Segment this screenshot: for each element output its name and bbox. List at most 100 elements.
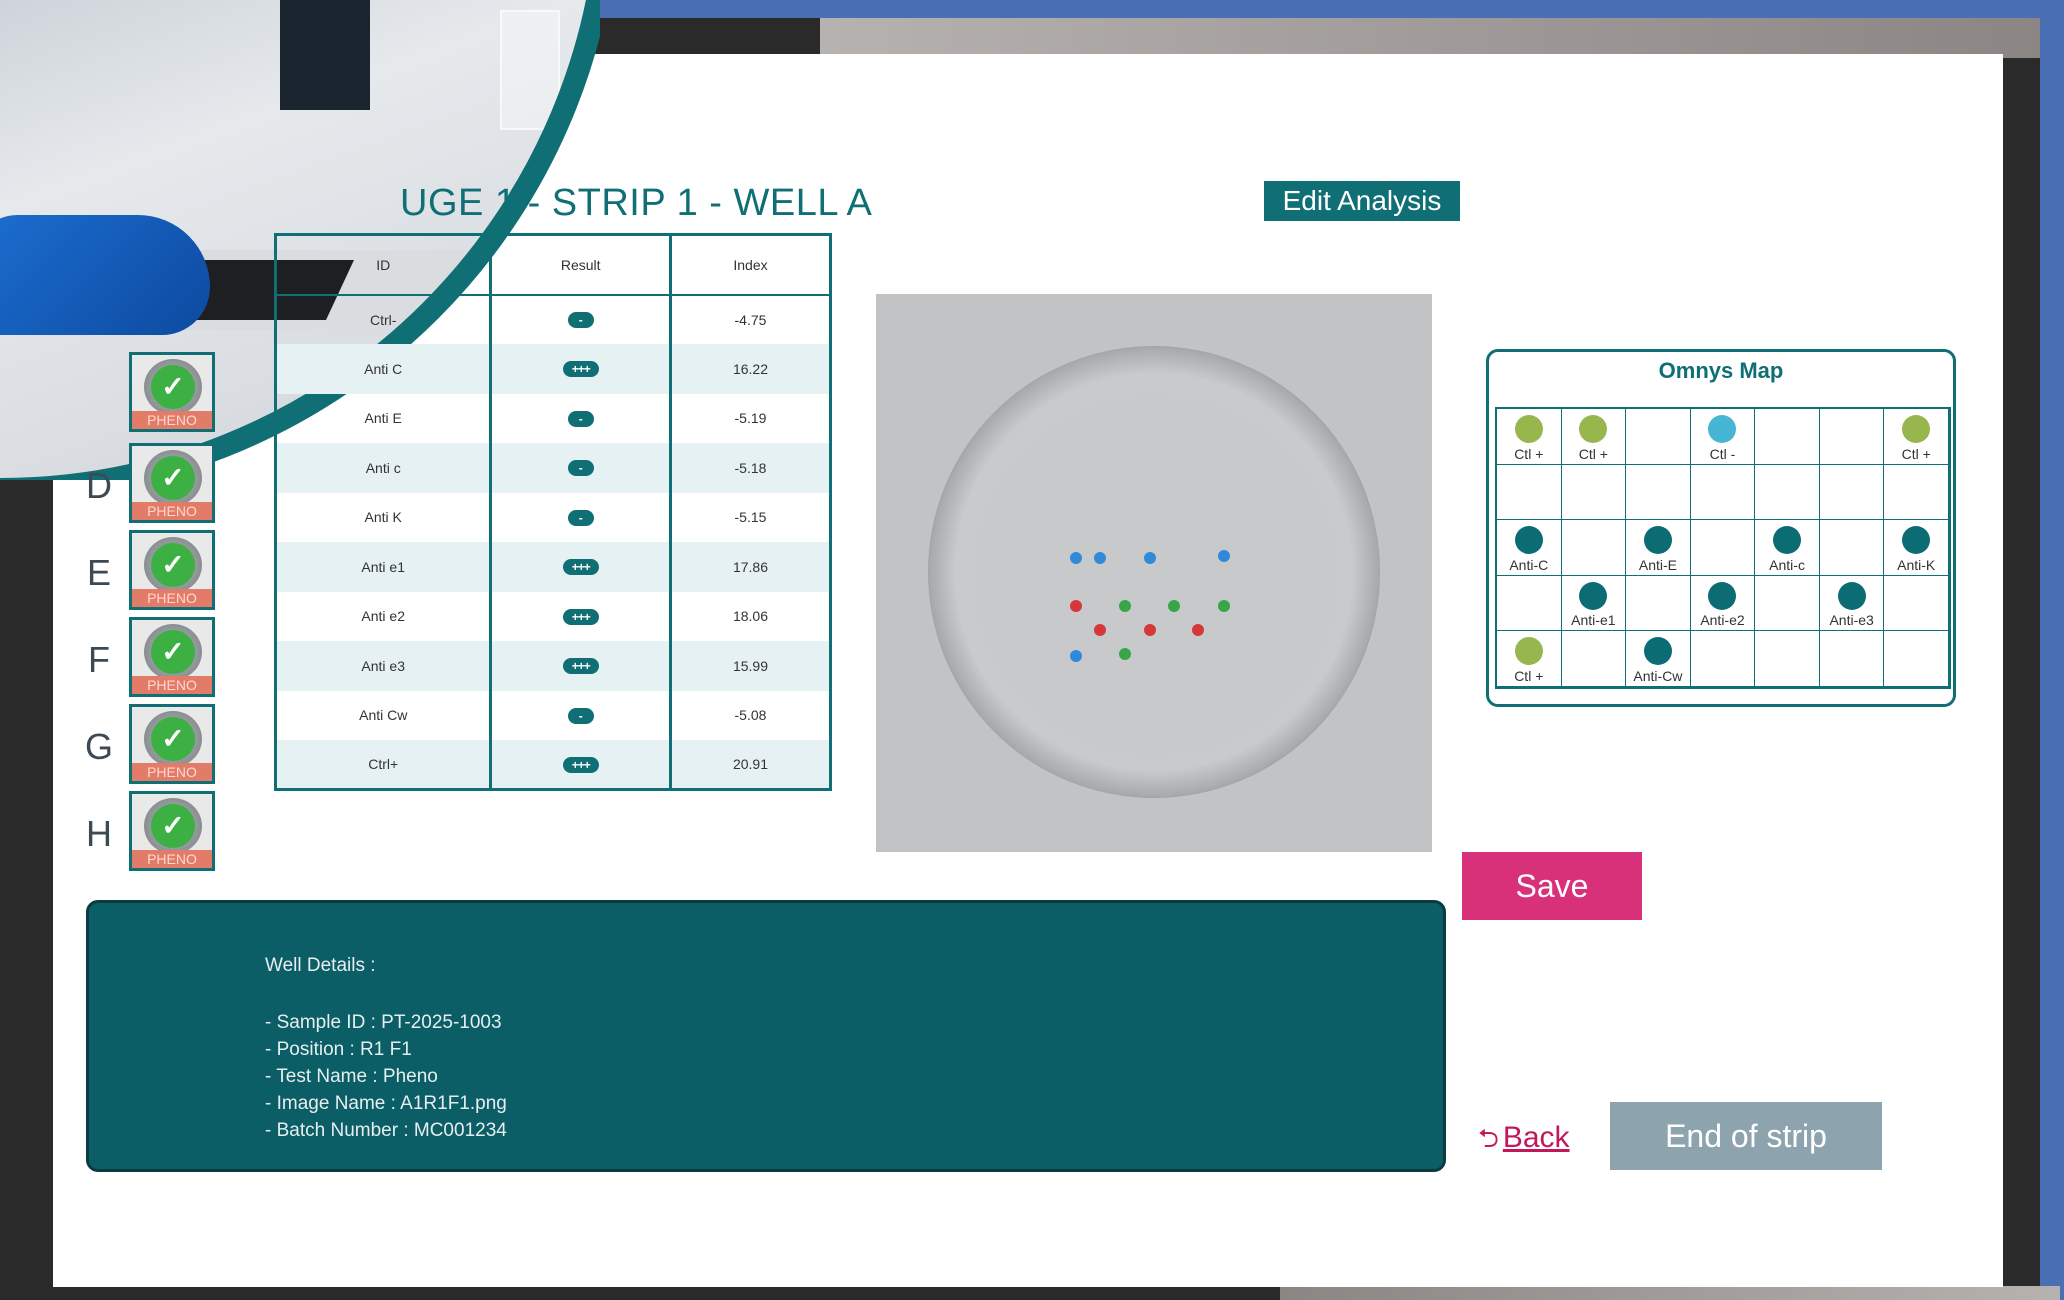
map-cell [1819, 631, 1885, 687]
result-badge: +++ [562, 658, 599, 675]
spot-dot [1094, 552, 1106, 564]
result-badge: +++ [562, 361, 599, 378]
map-cell: Anti-K [1884, 520, 1949, 576]
map-spot [1708, 415, 1737, 443]
column-header-id: ID [273, 234, 493, 296]
spot-dot [1144, 552, 1156, 564]
cell-id: Anti e3 [273, 641, 493, 691]
cell-id: Anti c [273, 443, 493, 493]
map-spot [1643, 526, 1672, 555]
cell-result: - [489, 294, 672, 344]
well-tag: PHENO [132, 589, 212, 607]
cell-id: Anti C [273, 344, 493, 394]
well-thumb-c[interactable]: ✓ PHENO [129, 352, 215, 432]
spot-dot [1168, 600, 1180, 612]
table-row[interactable]: Anti K - -5.15 [273, 492, 833, 542]
save-button[interactable]: Save [1462, 852, 1642, 920]
map-cell: Ctl + [1561, 409, 1627, 465]
omnys-grid: Ctl + Ctl + Ctl - Ctl + Anti-C Anti-E Anti-c An… [1495, 407, 1951, 689]
table-row[interactable]: Anti Cw - -5.08 [273, 690, 833, 740]
map-cell: Anti-e1 [1561, 575, 1627, 632]
well-thumb-e[interactable]: ✓ PHENO [129, 530, 215, 610]
cell-id: Anti E [273, 393, 493, 443]
map-cell [1819, 464, 1885, 521]
check-icon: ✓ [151, 804, 195, 848]
cell-index: -5.15 [668, 492, 833, 542]
map-spot [1902, 415, 1931, 443]
map-label: Anti-e2 [1700, 612, 1745, 629]
map-spot [1579, 581, 1608, 610]
bezel-highlight-bottom [1280, 1286, 2060, 1300]
table-row[interactable]: Anti e3 +++ 15.99 [273, 641, 833, 691]
table-row[interactable]: Anti e1 +++ 17.86 [273, 542, 833, 592]
map-cell: Ctl + [1884, 409, 1949, 465]
table-row[interactable]: Anti e2 +++ 18.06 [273, 591, 833, 641]
map-cell [1626, 575, 1691, 632]
end-of-strip-button[interactable]: End of strip [1610, 1102, 1882, 1170]
map-spot [1837, 581, 1866, 610]
cell-index: 18.06 [668, 591, 833, 641]
table-row[interactable]: Anti E - -5.19 [273, 393, 833, 443]
well-thumb-f[interactable]: ✓ PHENO [129, 617, 215, 697]
cell-result: +++ [489, 591, 672, 641]
map-cell [1884, 631, 1949, 687]
result-badge: +++ [562, 608, 599, 625]
map-cell: Ctl + [1497, 631, 1562, 687]
map-cell [1497, 464, 1562, 521]
map-cell: Anti-c [1755, 520, 1820, 576]
table-row[interactable]: Ctrl+ +++ 20.91 [273, 740, 833, 790]
back-link[interactable]: ⮌ Back [1478, 1120, 1570, 1164]
map-cell [1755, 631, 1820, 687]
well-thumb-h[interactable]: ✓ PHENO [129, 791, 215, 871]
map-cell [1755, 409, 1820, 465]
cell-id: Ctrl+ [273, 740, 493, 790]
map-spot [1514, 526, 1543, 555]
well-tag: PHENO [132, 411, 212, 429]
map-cell [1884, 464, 1949, 521]
cell-index: 20.91 [668, 740, 833, 790]
well-letter-g: G [84, 726, 113, 767]
cell-index: -5.19 [668, 393, 833, 443]
bezel-highlight [820, 18, 2040, 58]
well-letter-d: D [86, 465, 112, 506]
spot-dot [1119, 648, 1131, 660]
well-thumb-g[interactable]: ✓ PHENO [129, 704, 215, 784]
cell-index: 15.99 [668, 641, 833, 691]
detail-position: - Position : R1 F1 [265, 1039, 412, 1060]
well-tag: PHENO [132, 850, 212, 868]
column-header-result: Result [489, 234, 672, 296]
table-row[interactable]: Anti C +++ 16.22 [273, 344, 833, 394]
check-icon: ✓ [151, 365, 195, 409]
table-row[interactable]: Anti c - -5.18 [273, 443, 833, 493]
map-label: Anti-c [1769, 556, 1805, 573]
edit-analysis-button[interactable]: Edit Analysis [1264, 181, 1460, 221]
map-label: Anti-Cw [1633, 667, 1683, 684]
omnys-map-title: Omnys Map [1658, 358, 1784, 383]
map-label: Anti-K [1897, 556, 1936, 573]
table-row[interactable]: Ctrl- - -4.75 [273, 294, 833, 344]
spot-dot [1218, 600, 1230, 612]
map-cell [1884, 575, 1949, 632]
well-image [876, 294, 1432, 852]
spot-dot [1070, 650, 1082, 662]
map-spot [1902, 526, 1931, 555]
check-icon: ✓ [151, 456, 195, 500]
well-thumb-d[interactable]: ✓ PHENO [129, 443, 215, 523]
result-badge: - [567, 707, 594, 724]
detail-batch-number: - Batch Number : MC001234 [265, 1120, 507, 1141]
map-label: Ctl - [1709, 445, 1736, 462]
well-letter-e: E [86, 552, 111, 593]
column-header-index: Index [668, 234, 833, 296]
result-badge: - [567, 460, 594, 477]
detail-test-name: - Test Name : Pheno [265, 1066, 438, 1087]
well-letter-h: H [86, 813, 112, 854]
spot-dot [1070, 552, 1082, 564]
well-details-heading: Well Details : [265, 955, 376, 976]
map-cell: Anti-C [1497, 520, 1562, 576]
undo-arrow-icon: ⮌ [1478, 1123, 1499, 1153]
cell-result: +++ [489, 344, 672, 394]
cell-index: -5.08 [668, 690, 833, 740]
cell-id: Anti e2 [273, 591, 493, 641]
map-cell [1561, 520, 1627, 576]
map-spot [1514, 637, 1543, 666]
